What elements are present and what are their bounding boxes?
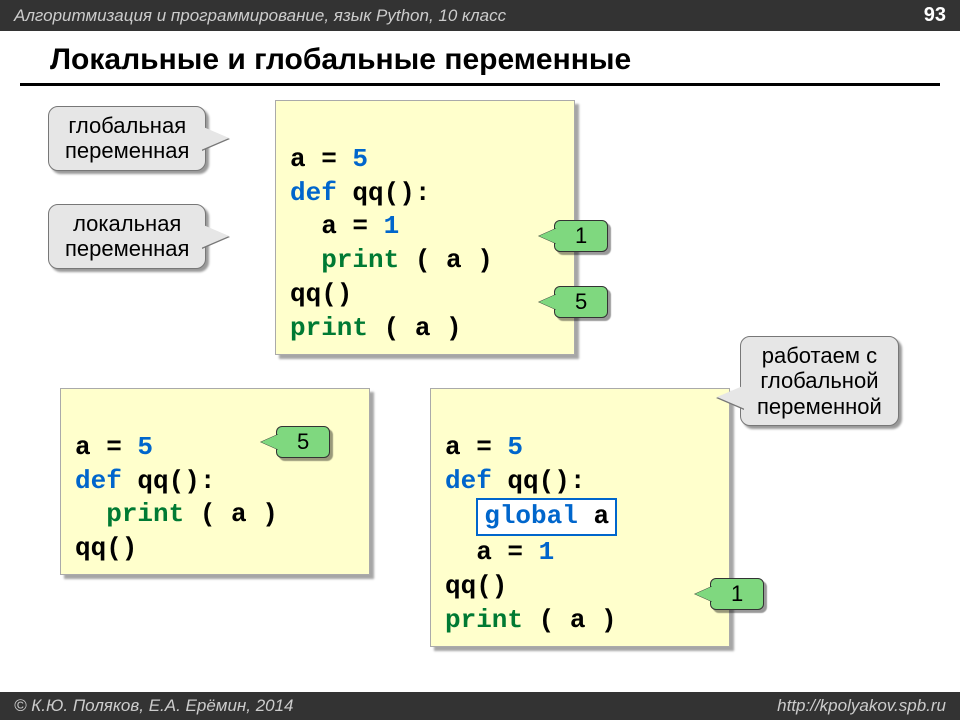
speech-tail-icon bbox=[201, 224, 229, 248]
code-block-3: a = 5 def qq(): global a a = 1 qq() prin… bbox=[430, 388, 730, 647]
footer-url: http://kpolyakov.spb.ru bbox=[777, 696, 946, 716]
callout-text: глобальная переменная bbox=[65, 113, 189, 163]
bubble-value: 1 bbox=[731, 581, 743, 606]
output-bubble-5b: 5 bbox=[276, 426, 330, 458]
output-bubble-1: 1 bbox=[554, 220, 608, 252]
global-highlight-box: global a bbox=[476, 498, 617, 536]
bubble-value: 5 bbox=[575, 289, 587, 314]
callout-global-var: глобальная переменная bbox=[48, 106, 206, 171]
callout-text: работаем с глобальной переменной bbox=[757, 343, 882, 419]
course-title: Алгоритмизация и программирование, язык … bbox=[14, 6, 506, 26]
callout-work-global: работаем с глобальной переменной bbox=[740, 336, 899, 426]
slide-title: Локальные и глобальные переменные bbox=[20, 31, 940, 86]
output-bubble-1b: 1 bbox=[710, 578, 764, 610]
output-bubble-5a: 5 bbox=[554, 286, 608, 318]
speech-tail-icon bbox=[717, 385, 745, 409]
code-block-1: a = 5 def qq(): a = 1 print ( a ) qq() p… bbox=[275, 100, 575, 355]
callout-text: локальная переменная bbox=[65, 211, 189, 261]
header-bar: Алгоритмизация и программирование, язык … bbox=[0, 0, 960, 31]
slide-body: a = 5 def qq(): a = 1 print ( a ) qq() p… bbox=[0, 86, 960, 706]
bubble-value: 5 bbox=[297, 429, 309, 454]
speech-tail-icon bbox=[201, 126, 229, 150]
callout-local-var: локальная переменная bbox=[48, 204, 206, 269]
footer-bar: © К.Ю. Поляков, Е.А. Ерёмин, 2014 http:/… bbox=[0, 692, 960, 720]
footer-copyright: © К.Ю. Поляков, Е.А. Ерёмин, 2014 bbox=[14, 696, 294, 716]
page-number: 93 bbox=[924, 4, 946, 27]
bubble-value: 1 bbox=[575, 223, 587, 248]
code-block-2: a = 5 def qq(): print ( a ) qq() bbox=[60, 388, 370, 575]
